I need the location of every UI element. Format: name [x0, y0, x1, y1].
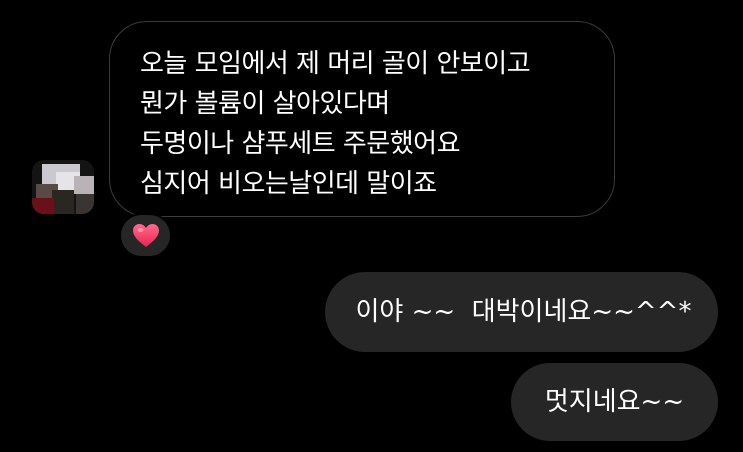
avatar-pixel: [32, 198, 54, 214]
sent-message-bubble[interactable]: 이야 ~~ 대박이네요~~^^*: [325, 272, 718, 352]
avatar-pixel: [52, 190, 74, 214]
message-line: 뭔가 볼륨이 살아있다며: [140, 89, 390, 119]
avatar-pixel: [74, 176, 94, 194]
reaction-badge[interactable]: [119, 213, 172, 258]
message-line: 심지어 비오는날인데 말이죠: [140, 169, 437, 199]
message-text: 이야 ~~ 대박이네요~~^^*: [355, 297, 692, 327]
heart-icon: [132, 223, 159, 247]
avatar[interactable]: [32, 160, 94, 214]
chat-thread: 오늘 모임에서 제 머리 골이 안보이고 뭔가 볼륨이 살아있다며 두명이나 샴…: [0, 0, 743, 452]
message-line: 두명이나 샴푸세트 주문했어요: [140, 129, 461, 159]
sent-message-bubble[interactable]: 멋지네요~~: [511, 363, 718, 441]
avatar-pixel: [76, 194, 94, 214]
message-line: 오늘 모임에서 제 머리 골이 안보이고: [140, 49, 531, 79]
received-message-bubble[interactable]: 오늘 모임에서 제 머리 골이 안보이고 뭔가 볼륨이 살아있다며 두명이나 샴…: [109, 21, 615, 217]
message-text: 멋지네요~~: [544, 387, 685, 417]
